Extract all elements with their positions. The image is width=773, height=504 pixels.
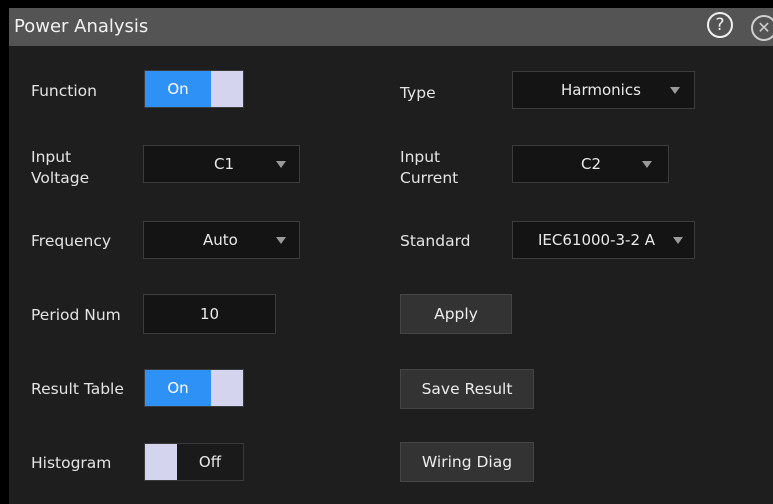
input-current-label-line2: Current	[400, 169, 459, 187]
input-voltage-select[interactable]: C1	[143, 145, 300, 183]
save-result-button[interactable]: Save Result	[400, 369, 534, 409]
frequency-label: Frequency	[31, 232, 112, 250]
apply-button[interactable]: Apply	[400, 294, 512, 334]
dialog-titlebar: Power Analysis ? ✕	[9, 8, 773, 46]
help-icon[interactable]: ?	[707, 12, 733, 38]
histogram-toggle-knob	[145, 444, 177, 480]
period-num-value: 10	[200, 305, 220, 323]
function-label: Function	[31, 82, 97, 100]
histogram-toggle[interactable]: Off	[144, 443, 244, 481]
input-voltage-label-line2: Voltage	[31, 169, 90, 187]
result-table-toggle-knob	[211, 370, 243, 406]
input-current-select[interactable]: C2	[512, 145, 669, 183]
chevron-down-icon	[642, 161, 652, 168]
chevron-down-icon	[276, 161, 286, 168]
type-select[interactable]: Harmonics	[512, 71, 695, 109]
histogram-label: Histogram	[31, 454, 112, 472]
type-value: Harmonics	[561, 81, 641, 99]
close-icon[interactable]: ✕	[751, 15, 773, 41]
standard-label: Standard	[400, 232, 471, 250]
standard-value: IEC61000-3-2 A	[538, 231, 656, 249]
function-toggle-state: On	[145, 71, 211, 107]
histogram-toggle-state: Off	[198, 453, 222, 471]
result-table-toggle[interactable]: On	[144, 369, 244, 407]
dialog-title: Power Analysis	[14, 16, 149, 37]
input-current-label-line1: Input	[400, 148, 441, 166]
function-toggle-knob	[211, 71, 243, 107]
frequency-select[interactable]: Auto	[143, 221, 300, 259]
input-voltage-label-line1: Input	[31, 148, 72, 166]
chevron-down-icon	[276, 237, 286, 244]
result-table-toggle-state: On	[145, 370, 211, 406]
wiring-diag-button[interactable]: Wiring Diag	[400, 442, 534, 482]
chevron-down-icon	[673, 237, 683, 244]
standard-select[interactable]: IEC61000-3-2 A	[512, 221, 695, 259]
function-toggle[interactable]: On	[144, 70, 244, 108]
result-table-label: Result Table	[31, 380, 124, 398]
input-current-value: C2	[581, 155, 602, 173]
type-label: Type	[400, 84, 436, 102]
frequency-value: Auto	[203, 231, 238, 249]
power-analysis-dialog: Power Analysis ? ✕ Function On Input Vol…	[9, 8, 773, 504]
chevron-down-icon	[670, 87, 680, 94]
period-num-input[interactable]: 10	[143, 294, 276, 334]
input-voltage-value: C1	[214, 155, 235, 173]
period-num-label: Period Num	[31, 306, 121, 324]
